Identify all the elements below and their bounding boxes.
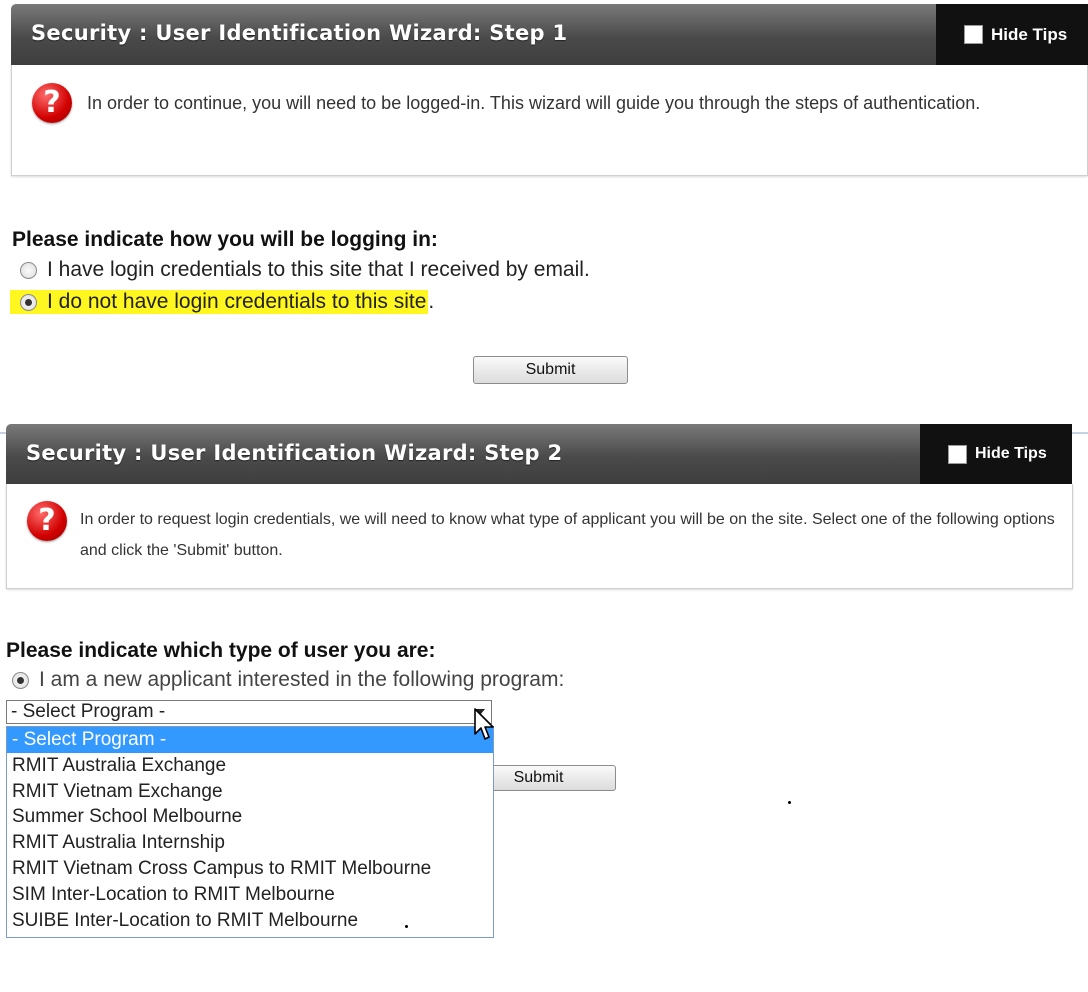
- dropdown-option[interactable]: Summer School Melbourne: [7, 804, 493, 830]
- tip-text: In order to request login credentials, w…: [80, 511, 1055, 559]
- stray-dot: [405, 925, 408, 928]
- dropdown-option[interactable]: RMIT Vietnam Cross Campus to RMIT Melbou…: [7, 856, 493, 882]
- radio-button[interactable]: [20, 261, 37, 279]
- option-trailing-period: .: [428, 290, 435, 313]
- dropdown-option[interactable]: RMIT Australia Internship: [7, 830, 493, 856]
- wizard-header-step2: Security : User Identification Wizard: S…: [6, 424, 1072, 484]
- tip-text: In order to continue, you will need to b…: [87, 93, 981, 113]
- hide-tips-label: Hide Tips: [975, 445, 1047, 462]
- dropdown-option[interactable]: RMIT Australia Exchange: [7, 753, 493, 779]
- hide-tips-label: Hide Tips: [991, 24, 1068, 44]
- mouse-pointer-icon: [474, 708, 494, 740]
- checkbox-icon[interactable]: [948, 444, 967, 464]
- option-label: I do not have login credentials to this …: [47, 290, 427, 313]
- question-mark-icon: ?: [32, 83, 72, 123]
- tip-panel-step2: ? In order to request login credentials,…: [6, 484, 1073, 589]
- hide-tips-toggle[interactable]: Hide Tips: [920, 424, 1072, 484]
- option-label: I am a new applicant interested in the f…: [39, 668, 565, 691]
- option-no-credentials[interactable]: I do not have login credentials to this …: [10, 290, 435, 314]
- option-label: I have login credentials to this site th…: [47, 258, 590, 281]
- radio-button-selected[interactable]: [20, 293, 37, 311]
- checkbox-icon[interactable]: [964, 25, 983, 44]
- select-value: - Select Program -: [11, 701, 166, 722]
- dropdown-option[interactable]: RMIT Vietnam Exchange: [7, 779, 493, 805]
- user-type-question: Please indicate which type of user you a…: [6, 639, 436, 662]
- question-mark-icon: ?: [27, 501, 67, 541]
- wizard-header-step1: Security : User Identification Wizard: S…: [11, 4, 1088, 65]
- option-new-applicant[interactable]: I am a new applicant interested in the f…: [12, 668, 564, 692]
- login-question: Please indicate how you will be logging …: [12, 228, 438, 251]
- dropdown-option[interactable]: SIM Inter-Location to RMIT Melbourne: [7, 882, 493, 908]
- tip-panel-step1: ? In order to continue, you will need to…: [11, 65, 1088, 176]
- option-have-credentials[interactable]: I have login credentials to this site th…: [20, 258, 590, 282]
- hide-tips-toggle[interactable]: Hide Tips: [936, 4, 1088, 65]
- stray-dot: [788, 801, 791, 804]
- submit-button-step1[interactable]: Submit: [473, 356, 628, 384]
- wizard-title: Security : User Identification Wizard: S…: [26, 441, 563, 465]
- highlight-mark: I do not have login credentials to this …: [10, 290, 429, 314]
- dropdown-option[interactable]: SUIBE Inter-Location to RMIT Melbourne: [7, 908, 493, 934]
- radio-button-selected[interactable]: [12, 671, 29, 689]
- program-select[interactable]: - Select Program -: [6, 700, 492, 724]
- wizard-title: Security : User Identification Wizard: S…: [31, 21, 568, 45]
- dropdown-option[interactable]: - Select Program -: [7, 727, 493, 753]
- program-dropdown-list: - Select Program - RMIT Australia Exchan…: [6, 726, 494, 938]
